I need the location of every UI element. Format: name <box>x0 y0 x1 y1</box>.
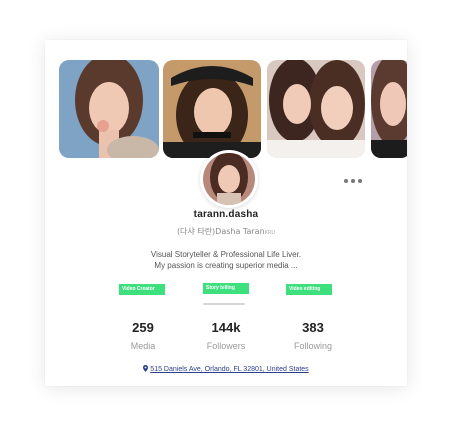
address-link[interactable]: 515 Daniels Ave, Orlando, FL 32801, Unit… <box>150 366 308 373</box>
stat-label: Followers <box>206 341 246 351</box>
stat-media[interactable]: 259 Media <box>103 320 183 351</box>
tag-video-editing[interactable]: Video editing <box>286 284 332 295</box>
gallery-photo[interactable] <box>371 60 407 158</box>
gallery-photo[interactable] <box>59 60 159 158</box>
stat-label: Following <box>293 341 333 351</box>
photo-gallery <box>59 60 407 158</box>
address: 515 Daniels Ave, Orlando, FL 32801, Unit… <box>45 365 407 373</box>
stat-value: 144k <box>211 320 241 335</box>
display-name-suffix: KRU <box>264 230 276 236</box>
tag-story-telling[interactable]: Story telling <box>203 283 249 294</box>
bio: Visual Storyteller & Professional Life L… <box>95 249 357 271</box>
tag-list: Video Creator Story telling Video editin… <box>45 283 407 298</box>
bio-line: Visual Storyteller & Professional Life L… <box>150 250 302 259</box>
stat-value: 259 <box>132 320 154 335</box>
gallery-photo[interactable] <box>267 60 365 158</box>
display-name: (다샤 타란)Dasha TaranKRU <box>45 226 407 237</box>
bio-line: My passion is creating superior media ..… <box>154 261 298 270</box>
divider <box>203 303 245 305</box>
username: tarann.dasha <box>193 209 259 220</box>
stat-following[interactable]: 383 Following <box>273 320 353 351</box>
stat-followers[interactable]: 144k Followers <box>186 320 266 351</box>
stat-value: 383 <box>302 320 324 335</box>
gallery-photo[interactable] <box>163 60 261 158</box>
display-name-text: (다샤 타란)Dasha Taran <box>176 227 265 236</box>
profile-card: tarann.dasha (다샤 타란)Dasha TaranKRU Visua… <box>45 40 407 386</box>
more-options-icon[interactable] <box>344 177 362 185</box>
stat-label: Media <box>130 341 156 351</box>
tag-video-creator[interactable]: Video Creator <box>119 284 165 295</box>
avatar[interactable] <box>200 150 258 208</box>
location-pin-icon <box>143 365 149 372</box>
